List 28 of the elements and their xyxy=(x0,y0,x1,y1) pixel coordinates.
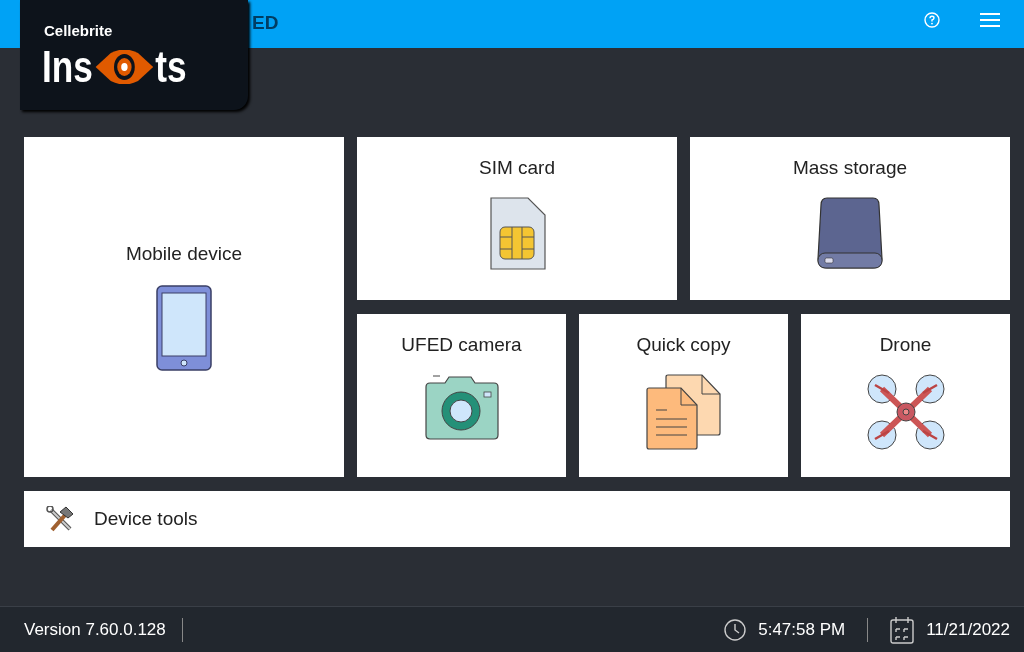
header-title: ED xyxy=(252,12,279,34)
device-tile[interactable]: Drone xyxy=(801,314,1010,477)
device-tile[interactable]: Quick copy xyxy=(579,314,788,477)
version-text: Version 7.60.0.128 xyxy=(24,619,166,640)
calendar-icon xyxy=(890,615,915,644)
brand-name: Cellebrite xyxy=(44,22,113,39)
documents-icon xyxy=(645,374,722,450)
logo-word: ts xyxy=(155,42,187,92)
drone-icon xyxy=(866,374,945,450)
tools-icon xyxy=(46,506,74,532)
time-text: 5:47:58 PM xyxy=(758,619,846,640)
menu-button[interactable] xyxy=(980,12,1000,28)
clock-icon xyxy=(724,618,747,641)
help-icon xyxy=(924,12,940,28)
device-tile[interactable]: UFED camera xyxy=(357,314,566,477)
device-tile[interactable]: Mobile device xyxy=(24,137,344,477)
logo-word: Ins xyxy=(42,42,93,92)
menu-icon xyxy=(980,12,1000,28)
hard-drive-icon xyxy=(817,197,883,269)
device-tools-button[interactable]: Device tools xyxy=(24,491,1010,547)
device-tile[interactable]: SIM card xyxy=(357,137,677,300)
tablet-icon xyxy=(156,284,212,371)
date-text: 11/21/2022 xyxy=(926,619,1010,640)
camera-icon xyxy=(422,374,501,440)
help-button[interactable] xyxy=(924,12,940,28)
sim-card-icon xyxy=(488,197,546,271)
eye-icon xyxy=(94,50,154,84)
device-tile[interactable]: Mass storage xyxy=(690,137,1010,300)
